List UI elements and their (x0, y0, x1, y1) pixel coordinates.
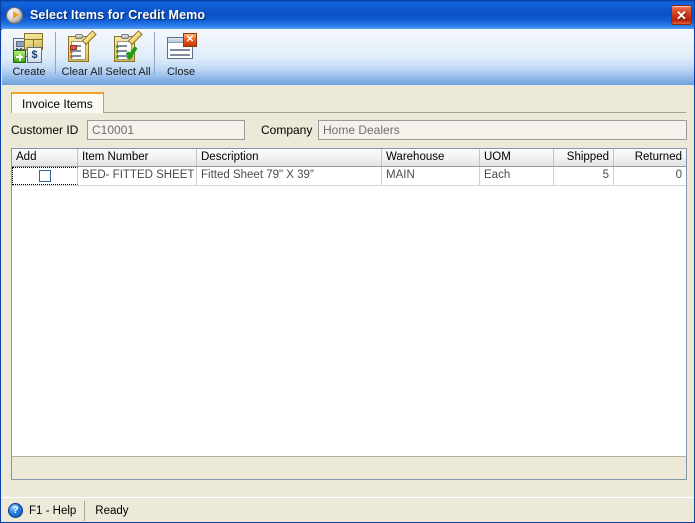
toolbar-separator (154, 32, 155, 74)
green-check-icon (125, 45, 143, 63)
grid-body: BED- FITTED SHEET Fitted Sheet 79" X 39"… (12, 167, 686, 456)
title-bar-left: Select Items for Credit Memo (1, 6, 671, 24)
toolbar-button-close-label: Close (166, 66, 196, 78)
create-invoice-icon: $ (13, 32, 45, 64)
status-bar-help-label: F1 - Help (29, 504, 77, 517)
client-area: Invoice Items Customer ID C10001 Company… (2, 85, 694, 495)
status-bar: ? F1 - Help Ready (2, 497, 694, 522)
tab-strip-baseline (104, 112, 686, 113)
toolbar-separator (55, 32, 56, 74)
toolbar-button-select-all[interactable]: Select All (105, 29, 151, 83)
invoice-items-grid[interactable]: Add Item Number Description Warehouse UO… (11, 148, 687, 480)
tab-invoice-items[interactable]: Invoice Items (11, 92, 104, 113)
grid-header-row: Add Item Number Description Warehouse UO… (12, 149, 686, 167)
question-mark-icon: ? (8, 503, 23, 518)
row-warehouse: MAIN (382, 167, 480, 185)
select-all-clipboard-icon (112, 30, 144, 64)
toolbar-button-clear-all-label: Clear All (61, 66, 103, 78)
column-header-shipped[interactable]: Shipped (554, 149, 614, 166)
row-description: Fitted Sheet 79" X 39" (197, 167, 382, 185)
add-checkbox[interactable] (39, 170, 51, 182)
column-header-item-number[interactable]: Item Number (78, 149, 197, 166)
column-header-warehouse[interactable]: Warehouse (382, 149, 480, 166)
row-returned: 0 (675, 169, 682, 181)
status-bar-status-text: Ready (95, 504, 129, 517)
row-add-checkbox-cell[interactable] (12, 167, 78, 185)
clear-all-clipboard-icon (66, 30, 98, 64)
close-window-icon: ✕ (165, 32, 197, 64)
dialog-window: Select Items for Credit Memo ✕ $ Create (0, 0, 695, 523)
toolbar-button-create-label: Create (12, 66, 46, 78)
row-shipped: 5 (554, 167, 614, 185)
company-input[interactable]: Home Dealers (318, 120, 687, 140)
column-header-add[interactable]: Add (12, 149, 78, 166)
column-header-uom[interactable]: UOM (480, 149, 554, 166)
field-row: Customer ID C10001 Company Home Dealers (11, 120, 687, 142)
title-bar: Select Items for Credit Memo ✕ (1, 1, 694, 30)
close-icon: ✕ (676, 7, 687, 23)
toolbar: $ Create Clear All Select All ✕ Close (2, 29, 694, 85)
toolbar-button-clear-all[interactable]: Clear All (59, 29, 105, 83)
status-bar-help-section[interactable]: ? F1 - Help (2, 500, 86, 521)
column-header-description[interactable]: Description (197, 149, 382, 166)
column-header-returned[interactable]: Returned (614, 149, 686, 166)
grid-footer (12, 456, 686, 479)
tab-strip: Invoice Items (11, 92, 686, 113)
window-close-button[interactable]: ✕ (671, 5, 692, 25)
row-item-number: BED- FITTED SHEET (78, 167, 197, 185)
play-circle-icon (6, 6, 23, 24)
toolbar-button-close[interactable]: ✕ Close (158, 29, 204, 83)
customer-id-input[interactable]: C10001 (87, 120, 245, 140)
company-label: Company (261, 123, 313, 137)
toolbar-button-select-all-label: Select All (105, 66, 151, 78)
window-title: Select Items for Credit Memo (30, 8, 206, 22)
table-row[interactable]: BED- FITTED SHEET Fitted Sheet 79" X 39"… (12, 167, 686, 186)
tab-invoice-items-label: Invoice Items (22, 96, 93, 111)
toolbar-button-create[interactable]: $ Create (6, 29, 52, 83)
customer-id-label: Customer ID (11, 123, 79, 137)
row-uom: Each (480, 167, 554, 185)
